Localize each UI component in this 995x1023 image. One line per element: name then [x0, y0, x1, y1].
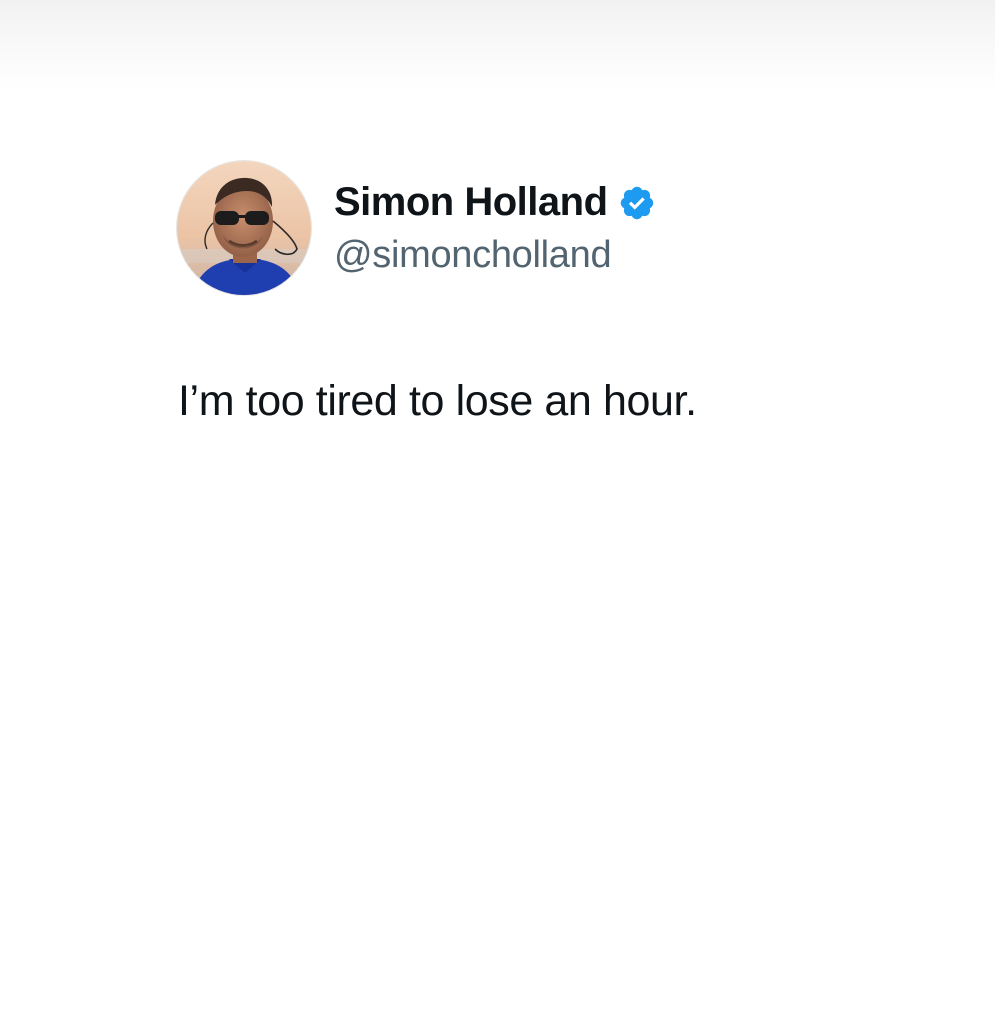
name-row: Simon Holland: [334, 178, 656, 228]
avatar-photo-icon: [177, 161, 311, 295]
tweet-text: I’m too tired to lose an hour.: [178, 377, 697, 425]
tweet-card: Simon Holland @simoncholland I’m too tir…: [176, 160, 936, 428]
tweet-header: Simon Holland @simoncholland: [176, 160, 936, 296]
top-fade-band: [0, 0, 995, 90]
user-handle[interactable]: @simoncholland: [334, 234, 656, 277]
author-identity: Simon Holland @simoncholland: [334, 178, 656, 277]
avatar[interactable]: [176, 160, 312, 296]
verified-badge-icon: [618, 184, 656, 222]
display-name[interactable]: Simon Holland: [334, 180, 608, 225]
